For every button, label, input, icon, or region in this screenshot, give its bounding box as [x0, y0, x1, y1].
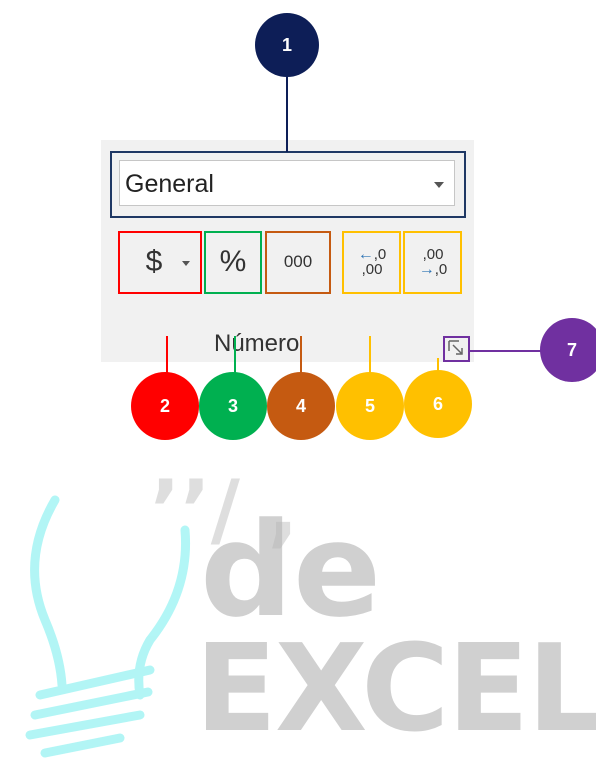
callout-7: 7	[540, 318, 596, 382]
highlight-frame-launcher	[443, 336, 470, 362]
highlight-frame-thousands	[265, 231, 331, 294]
highlight-frame-dropdown	[110, 151, 466, 218]
callout-5: 5	[336, 372, 404, 440]
callout-6: 6	[404, 370, 472, 438]
highlight-frame-increase-decimal	[342, 231, 401, 294]
callout-2: 2	[131, 372, 199, 440]
callout-3: 3	[199, 372, 267, 440]
group-label-numero: Número	[214, 330, 300, 357]
highlight-frame-decrease-decimal	[403, 231, 462, 294]
connector-line-1	[286, 68, 288, 152]
callout-1: 1	[255, 13, 319, 77]
watermark-de: de	[200, 494, 382, 646]
watermark-excel: EXCEL	[195, 620, 596, 759]
callout-4: 4	[267, 372, 335, 440]
highlight-frame-percent	[204, 231, 262, 294]
connector-line-7	[470, 350, 542, 352]
highlight-frame-currency	[118, 231, 202, 294]
